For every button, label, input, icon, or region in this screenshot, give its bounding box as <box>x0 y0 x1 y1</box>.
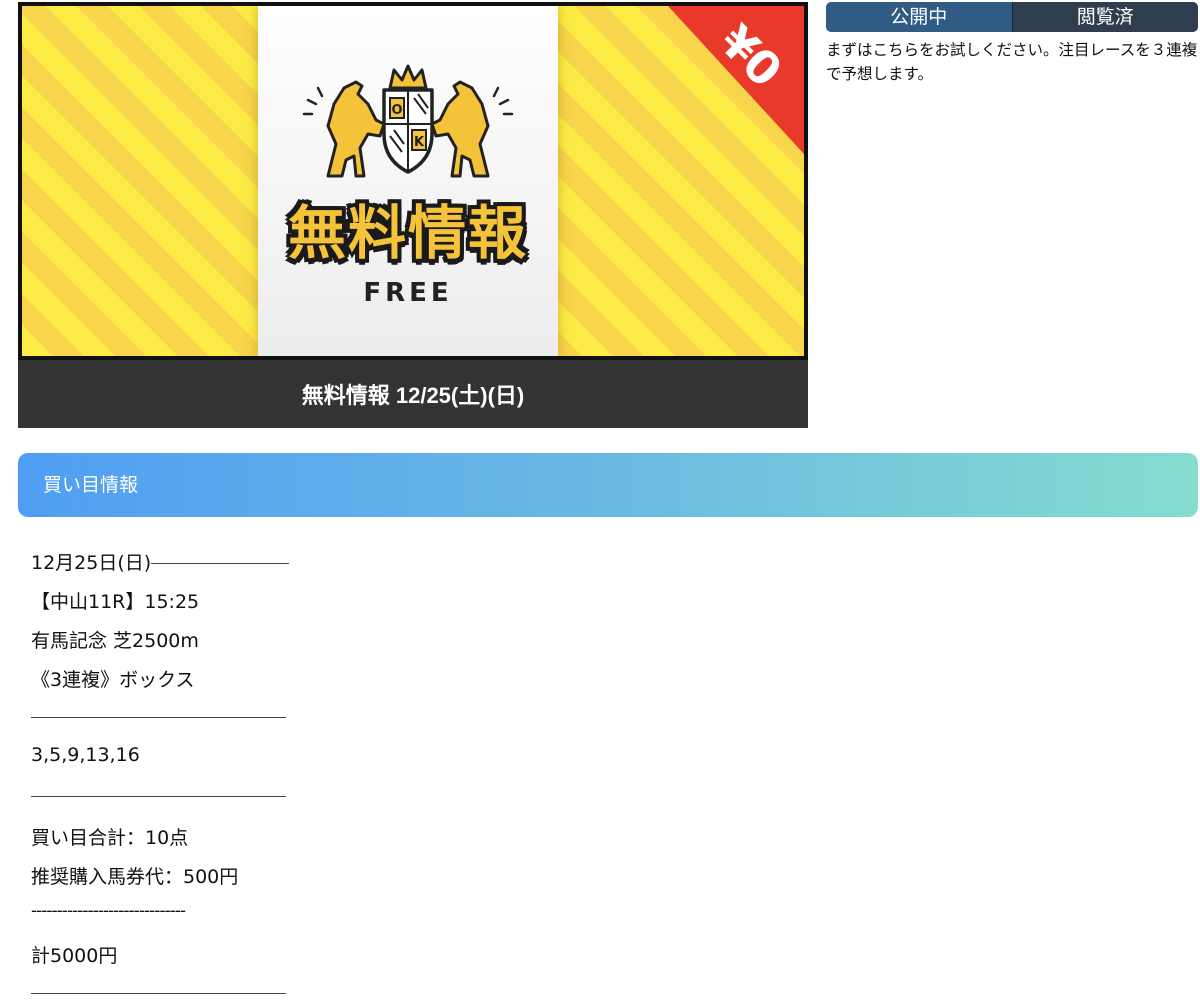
divider <box>31 993 286 994</box>
free-info-banner-image[interactable]: O K 無料情報 FREE ¥0 <box>18 2 808 360</box>
page: O K 無料情報 FREE ¥0 無料情報 12/25(土)(日) 公開中 閲覧… <box>0 0 1200 1002</box>
banner-caption[interactable]: 無料情報 12/25(土)(日) <box>18 360 808 428</box>
horse-crest-logo-icon: O K <box>302 64 514 178</box>
tip-bet-type: 《3連複》ボックス <box>31 669 195 691</box>
tip-total-combos: 買い目合計：10点 <box>31 827 189 849</box>
divider <box>31 717 286 718</box>
tip-dash-divider: ------------------------------ <box>31 901 186 921</box>
banner-center-panel: O K 無料情報 FREE <box>258 6 558 356</box>
crest-letter-k: K <box>414 135 425 150</box>
tip-date: 12月25日(日) <box>31 552 152 574</box>
tip-race: 【中山11R】15:25 <box>31 591 200 613</box>
status-tab-viewed[interactable]: 閲覧済 <box>1011 2 1198 32</box>
status-tabs: 公開中 閲覧済 <box>826 2 1198 32</box>
tip-grand-total: 計5000円 <box>31 945 118 967</box>
crest-letter-o: O <box>391 103 402 118</box>
tip-horses: 3,5,9,13,16 <box>31 744 140 766</box>
section-header-buy-info: 買い目情報 <box>18 453 1198 517</box>
divider <box>31 796 286 797</box>
tip-date-line: 12月25日(日) <box>31 548 290 575</box>
banner-subtitle: FREE <box>363 278 453 308</box>
divider <box>151 563 290 564</box>
free-info-banner-card[interactable]: O K 無料情報 FREE ¥0 無料情報 12/25(土)(日) <box>18 2 808 428</box>
intro-description: まずはこちらをお試しください。注目レースを３連複で予想します。 <box>826 41 1198 83</box>
banner-title: 無料情報 <box>287 199 528 267</box>
tip-recommended-stake: 推奨購入馬券代：500円 <box>31 866 239 888</box>
tip-race-name: 有馬記念 芝2500m <box>31 630 199 652</box>
status-tab-published[interactable]: 公開中 <box>826 2 1012 32</box>
